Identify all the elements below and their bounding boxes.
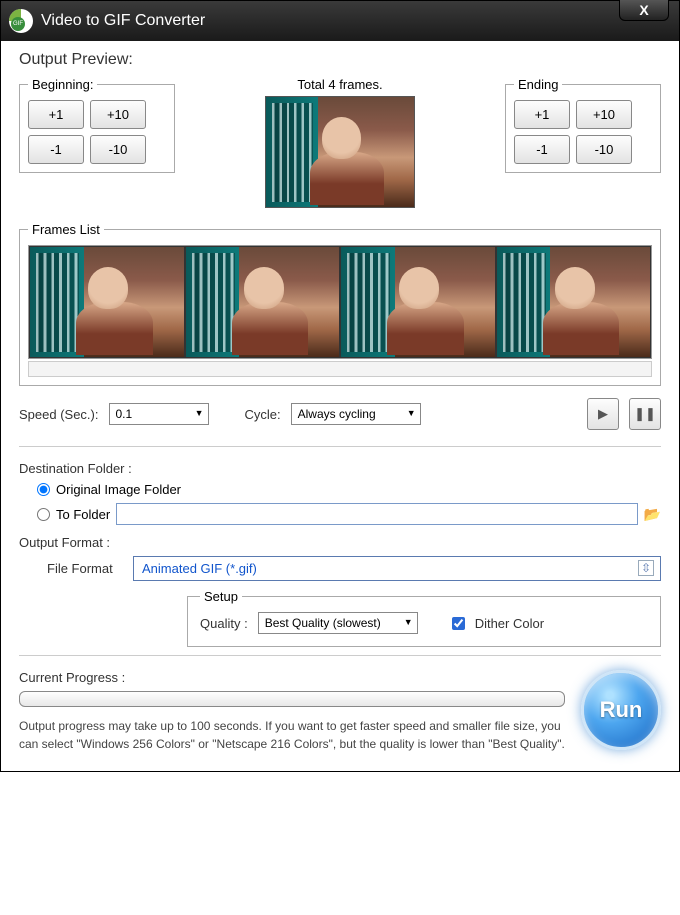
divider (19, 446, 661, 447)
setup-fieldset: Setup Quality : Best Quality (slowest) D… (187, 589, 661, 647)
setup-legend: Setup (200, 589, 242, 604)
frame-item[interactable] (496, 246, 652, 358)
frames-list-fieldset: Frames List (19, 222, 661, 386)
play-button[interactable]: ▶ (587, 398, 619, 430)
title-bar: Video to GIF Converter X (1, 1, 679, 41)
pause-button[interactable]: ❚❚ (629, 398, 661, 430)
close-button[interactable]: X (619, 0, 669, 21)
quality-label: Quality : (200, 616, 248, 631)
file-format-select[interactable]: Animated GIF (*.gif) (133, 556, 661, 581)
frames-strip[interactable] (28, 245, 652, 359)
ending-minus1-button[interactable]: -1 (514, 135, 570, 164)
window-title: Video to GIF Converter (41, 12, 205, 30)
beginning-plus10-button[interactable]: +10 (90, 100, 146, 129)
ending-legend: Ending (514, 77, 562, 92)
original-folder-label: Original Image Folder (56, 482, 181, 497)
speed-select[interactable]: 0.1 (109, 403, 209, 425)
app-icon (9, 9, 33, 33)
frame-item[interactable] (29, 246, 185, 358)
beginning-plus1-button[interactable]: +1 (28, 100, 84, 129)
frame-item[interactable] (185, 246, 341, 358)
frames-scrollbar[interactable] (28, 361, 652, 377)
beginning-legend: Beginning: (28, 77, 97, 92)
dither-checkbox[interactable] (452, 617, 465, 630)
progress-hint: Output progress may take up to 100 secon… (19, 717, 565, 753)
cycle-label: Cycle: (245, 407, 281, 422)
output-preview-heading: Output Preview: (19, 51, 661, 69)
cycle-select[interactable]: Always cycling (291, 403, 421, 425)
run-button[interactable]: Run (581, 670, 661, 750)
app-window: Video to GIF Converter X Output Preview:… (0, 0, 680, 772)
beginning-fieldset: Beginning: +1 +10 -1 -10 (19, 77, 175, 173)
divider (19, 655, 661, 656)
speed-label: Speed (Sec.): (19, 407, 99, 422)
preview-thumbnail (265, 96, 415, 208)
progress-bar (19, 691, 565, 707)
beginning-minus1-button[interactable]: -1 (28, 135, 84, 164)
dither-label: Dither Color (475, 616, 544, 631)
frame-item[interactable] (340, 246, 496, 358)
ending-minus10-button[interactable]: -10 (576, 135, 632, 164)
original-folder-radio[interactable] (37, 483, 50, 496)
center-preview: Total 4 frames. (265, 77, 415, 208)
file-format-label: File Format (47, 561, 123, 576)
progress-heading: Current Progress : (19, 670, 565, 685)
output-format-heading: Output Format : (19, 535, 661, 550)
total-frames-label: Total 4 frames. (265, 77, 415, 92)
ending-fieldset: Ending +1 +10 -1 -10 (505, 77, 661, 173)
browse-folder-icon[interactable]: 📂 (644, 506, 661, 523)
folder-path-input[interactable] (116, 503, 637, 525)
quality-select[interactable]: Best Quality (slowest) (258, 612, 418, 634)
ending-plus10-button[interactable]: +10 (576, 100, 632, 129)
ending-plus1-button[interactable]: +1 (514, 100, 570, 129)
destination-heading: Destination Folder : (19, 461, 661, 476)
beginning-minus10-button[interactable]: -10 (90, 135, 146, 164)
to-folder-label: To Folder (56, 507, 110, 522)
frames-list-legend: Frames List (28, 222, 104, 237)
to-folder-radio[interactable] (37, 508, 50, 521)
